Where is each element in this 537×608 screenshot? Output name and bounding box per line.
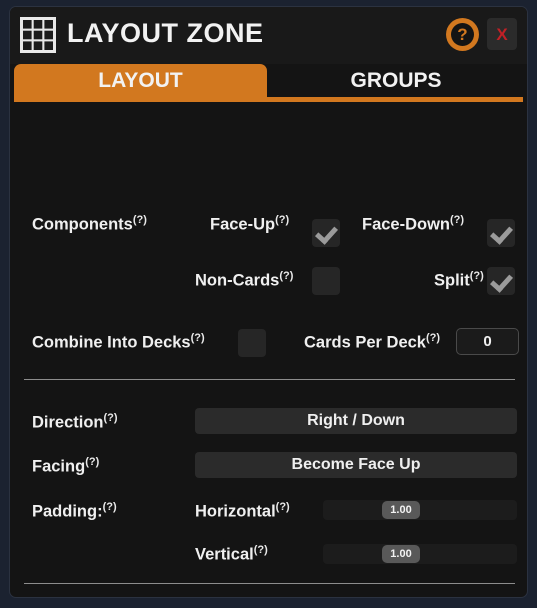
- tab-layout[interactable]: LAYOUT: [14, 64, 267, 97]
- split-checkbox[interactable]: [487, 267, 515, 295]
- face-up-hint-icon[interactable]: (?): [275, 214, 289, 226]
- cards-per-deck-hint-icon[interactable]: (?): [426, 332, 440, 344]
- horizontal-label: Horizontal(?): [195, 501, 290, 522]
- direction-label-text: Direction: [32, 413, 104, 432]
- facing-dropdown[interactable]: Become Face Up: [195, 452, 517, 478]
- title-bar: LAYOUT ZONE ? X: [10, 7, 527, 64]
- combine-into-decks-hint-icon[interactable]: (?): [191, 332, 205, 344]
- direction-dropdown[interactable]: Right / Down: [195, 408, 517, 434]
- facing-label-text: Facing: [32, 457, 86, 476]
- layout-zone-window: LAYOUT ZONE ? X LAYOUT GROUPS Components…: [9, 6, 528, 598]
- vertical-hint-icon[interactable]: (?): [254, 544, 268, 556]
- face-up-checkbox[interactable]: [312, 219, 340, 247]
- horizontal-padding-slider[interactable]: 1.00: [323, 500, 517, 520]
- face-down-label: Face-Down(?): [362, 214, 464, 235]
- non-cards-hint-icon[interactable]: (?): [279, 270, 293, 282]
- cards-per-deck-label: Cards Per Deck(?): [304, 332, 440, 353]
- vertical-label: Vertical(?): [195, 544, 268, 565]
- vertical-padding-slider[interactable]: 1.00: [323, 544, 517, 564]
- facing-hint-icon[interactable]: (?): [85, 456, 99, 468]
- padding-label: Padding:(?): [32, 501, 117, 522]
- vertical-label-text: Vertical: [195, 545, 254, 564]
- components-hint-icon[interactable]: (?): [133, 214, 147, 226]
- help-icon[interactable]: ?: [446, 18, 479, 51]
- face-down-checkbox[interactable]: [487, 219, 515, 247]
- tab-groups-label: GROUPS: [350, 68, 442, 92]
- divider-bottom: [24, 583, 515, 584]
- close-button[interactable]: X: [487, 18, 517, 50]
- split-hint-icon[interactable]: (?): [470, 270, 484, 282]
- components-label: Components(?): [32, 214, 147, 235]
- non-cards-label-text: Non-Cards: [195, 271, 280, 290]
- tab-underline: [14, 97, 523, 102]
- combine-into-decks-label-text: Combine Into Decks: [32, 333, 191, 352]
- combine-into-decks-checkbox[interactable]: [238, 329, 266, 357]
- tab-bar: LAYOUT GROUPS: [10, 64, 527, 102]
- cards-per-deck-label-text: Cards Per Deck: [304, 333, 426, 352]
- face-up-label-text: Face-Up: [210, 215, 276, 234]
- tab-layout-label: LAYOUT: [98, 68, 183, 92]
- tab-groups[interactable]: GROUPS: [269, 64, 523, 97]
- combine-into-decks-label: Combine Into Decks(?): [32, 332, 205, 353]
- direction-label: Direction(?): [32, 412, 118, 433]
- grid-icon: [19, 16, 57, 54]
- split-label-text: Split: [434, 271, 470, 290]
- cards-per-deck-input[interactable]: 0: [456, 328, 519, 355]
- non-cards-checkbox[interactable]: [312, 267, 340, 295]
- facing-label: Facing(?): [32, 456, 99, 477]
- components-label-text: Components: [32, 215, 133, 234]
- face-up-label: Face-Up(?): [210, 214, 289, 235]
- horizontal-label-text: Horizontal: [195, 502, 276, 521]
- help-icon-inner: ?: [451, 23, 474, 46]
- vertical-padding-slider-handle[interactable]: 1.00: [382, 545, 420, 563]
- non-cards-label: Non-Cards(?): [195, 270, 293, 291]
- horizontal-padding-slider-handle[interactable]: 1.00: [382, 501, 420, 519]
- padding-hint-icon[interactable]: (?): [103, 501, 117, 513]
- close-icon: X: [496, 24, 508, 44]
- divider-top: [24, 379, 515, 380]
- page-title: LAYOUT ZONE: [67, 18, 264, 48]
- face-down-label-text: Face-Down: [362, 215, 451, 234]
- split-label: Split(?): [434, 270, 484, 291]
- padding-label-text: Padding:: [32, 502, 103, 521]
- horizontal-hint-icon[interactable]: (?): [276, 501, 290, 513]
- help-question-mark: ?: [457, 25, 468, 44]
- face-down-hint-icon[interactable]: (?): [450, 214, 464, 226]
- direction-hint-icon[interactable]: (?): [104, 412, 118, 424]
